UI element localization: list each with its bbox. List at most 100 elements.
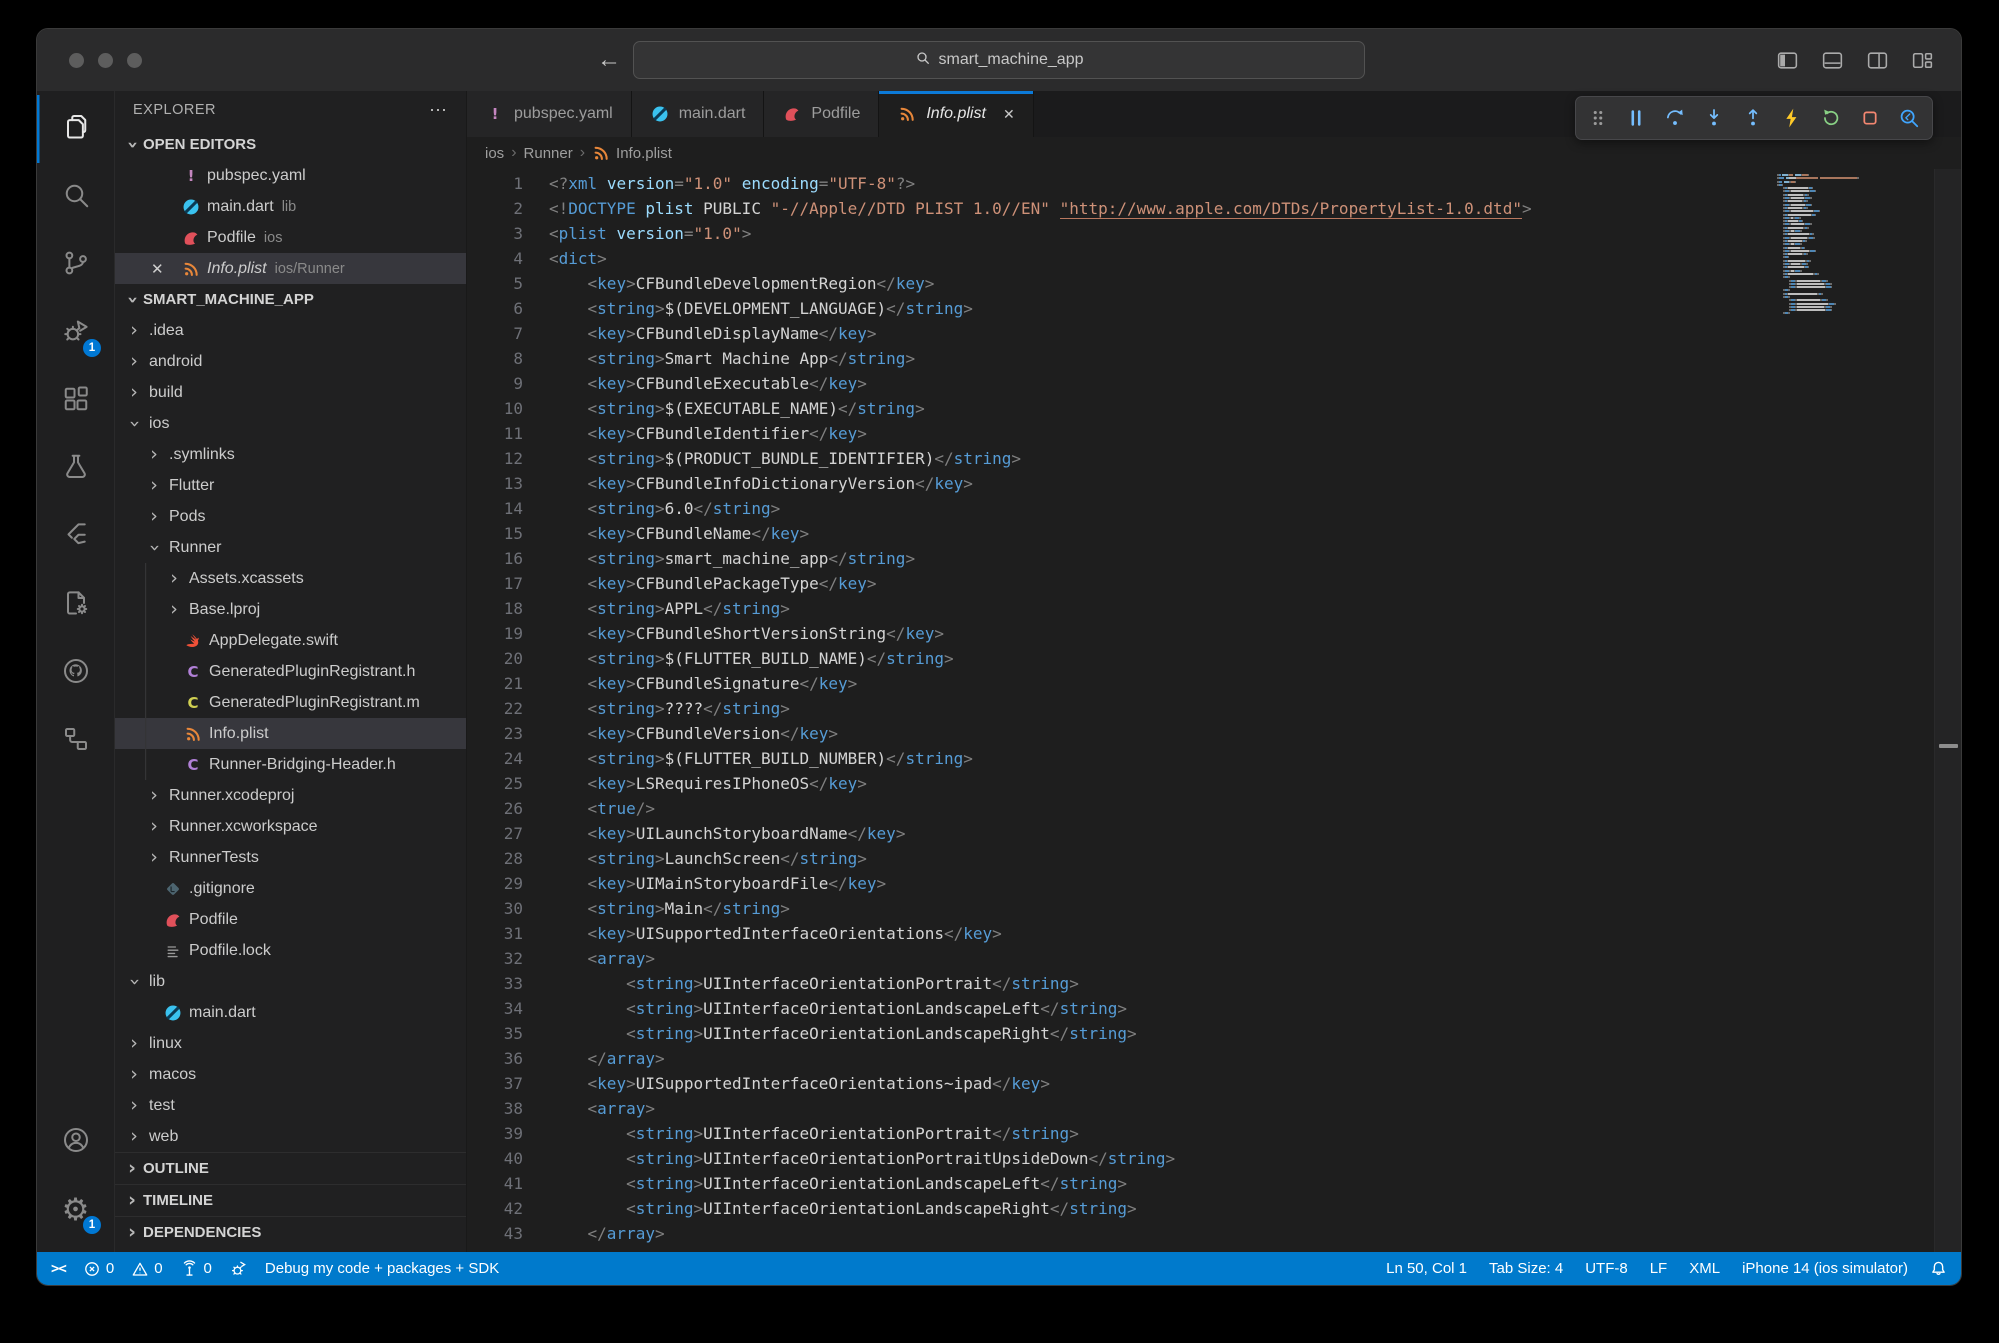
chevron-icon: › xyxy=(145,507,163,526)
project-section-header[interactable]: › SMART_MACHINE_APP xyxy=(115,284,466,315)
status-launch-config[interactable]: Debug my code + packages + SDK xyxy=(265,1260,499,1277)
line-number: 24 xyxy=(467,746,523,771)
activity-item-explorer[interactable] xyxy=(37,95,114,163)
activity-item-accounts[interactable] xyxy=(37,1108,114,1176)
tree-item-flutter[interactable]: ›Flutter xyxy=(115,470,466,501)
tree-item-generatedpluginregistrant.m[interactable]: ›CGeneratedPluginRegistrant.m xyxy=(115,687,466,718)
status-remote[interactable]: >< xyxy=(51,1261,66,1277)
tree-item-runner[interactable]: ›Runner xyxy=(115,532,466,563)
back-icon[interactable]: ← xyxy=(597,48,621,72)
tree-item-podfile[interactable]: ›Podfile xyxy=(115,904,466,935)
section-timeline[interactable]: ›TIMELINE xyxy=(115,1184,466,1216)
tree-item-web[interactable]: ›web xyxy=(115,1121,466,1152)
activity-item-source-control[interactable] xyxy=(37,231,114,299)
toggle-sidebar-icon[interactable] xyxy=(1775,48,1800,73)
tree-item-.symlinks[interactable]: ›.symlinks xyxy=(115,439,466,470)
code-line: 2<!DOCTYPE plist PUBLIC "-//Apple//DTD P… xyxy=(467,196,1961,221)
status-device-selector[interactable]: iPhone 14 (ios simulator) xyxy=(1742,1260,1908,1277)
tree-item-test[interactable]: ›test xyxy=(115,1090,466,1121)
tree-item-main.dart[interactable]: ›main.dart xyxy=(115,997,466,1028)
restart-button[interactable] xyxy=(1820,107,1842,129)
status-eol[interactable]: LF xyxy=(1650,1260,1668,1277)
tree-item-podfile.lock[interactable]: ›Podfile.lock xyxy=(115,935,466,966)
status-cursor-position[interactable]: Ln 50, Col 1 xyxy=(1386,1260,1467,1277)
status-language-mode[interactable]: XML xyxy=(1689,1260,1720,1277)
line-number: 7 xyxy=(467,321,523,346)
activity-item-run-debug[interactable]: 1 xyxy=(37,299,114,367)
minimap-line xyxy=(1783,263,1929,265)
drag-handle-button[interactable] xyxy=(1588,107,1608,129)
tree-item-assets.xcassets[interactable]: ›Assets.xcassets xyxy=(115,563,466,594)
status-errors[interactable]: 0 xyxy=(84,1260,114,1277)
status-tab-size[interactable]: Tab Size: 4 xyxy=(1489,1260,1563,1277)
breadcrumb-item-runner[interactable]: Runner xyxy=(524,145,573,162)
tree-item-lib[interactable]: ›lib xyxy=(115,966,466,997)
tree-item-.gitignore[interactable]: ›.gitignore xyxy=(115,873,466,904)
tab-podfile[interactable]: Podfile xyxy=(764,91,879,137)
zoom-window-button[interactable] xyxy=(127,53,142,68)
activity-item-remote-containers[interactable] xyxy=(37,707,114,775)
tree-item-pods[interactable]: ›Pods xyxy=(115,501,466,532)
tab-info.plist[interactable]: Info.plist✕ xyxy=(879,91,1033,137)
status-ports[interactable]: 0 xyxy=(181,1260,212,1277)
minimap[interactable] xyxy=(1777,174,1929,316)
activity-item-flutter[interactable] xyxy=(37,503,114,571)
activity-item-github[interactable] xyxy=(37,639,114,707)
step-out-button[interactable] xyxy=(1742,107,1764,129)
tree-item-runner.xcworkspace[interactable]: ›Runner.xcworkspace xyxy=(115,811,466,842)
tree-item-appdelegate.swift[interactable]: ›AppDelegate.swift xyxy=(115,625,466,656)
activity-item-extensions[interactable] xyxy=(37,367,114,435)
pause-button[interactable] xyxy=(1625,107,1647,129)
minimap-line xyxy=(1789,306,1929,308)
sidebar-header: EXPLORER ⋯ xyxy=(115,91,466,129)
open-editor-item[interactable]: Podfileios xyxy=(115,222,466,253)
minimize-window-button[interactable] xyxy=(98,53,113,68)
open-editor-item[interactable]: ✕Info.plistios/Runner xyxy=(115,253,466,284)
tree-item-runnertests[interactable]: ›RunnerTests xyxy=(115,842,466,873)
open-editor-item[interactable]: !pubspec.yaml xyxy=(115,160,466,191)
open-editor-item[interactable]: main.dartlib xyxy=(115,191,466,222)
tree-item-runner-bridging-header.h[interactable]: ›CRunner-Bridging-Header.h xyxy=(115,749,466,780)
step-over-button[interactable] xyxy=(1664,107,1686,129)
customize-layout-icon[interactable] xyxy=(1910,48,1935,73)
toggle-panel-icon[interactable] xyxy=(1820,48,1845,73)
activity-item-search[interactable] xyxy=(37,163,114,231)
tree-item-info.plist[interactable]: ›Info.plist xyxy=(115,718,466,749)
hot-reload-button[interactable] xyxy=(1781,107,1803,129)
tree-item-linux[interactable]: ›linux xyxy=(115,1028,466,1059)
tab-pubspec.yaml[interactable]: !pubspec.yaml xyxy=(467,91,632,137)
activity-item-testing[interactable] xyxy=(37,435,114,503)
code-editor[interactable]: 1<?xml version="1.0" encoding="UTF-8"?>2… xyxy=(467,169,1961,1252)
breadcrumb-item-info.plist[interactable]: Info.plist xyxy=(592,144,672,162)
line-number: 26 xyxy=(467,796,523,821)
activity-item-settings[interactable]: ⚙1 xyxy=(37,1176,114,1244)
status-debug-status[interactable] xyxy=(230,1260,247,1277)
tree-item-runner.xcodeproj[interactable]: ›Runner.xcodeproj xyxy=(115,780,466,811)
section-outline[interactable]: ›OUTLINE xyxy=(115,1152,466,1184)
tree-item-generatedpluginregistrant.h[interactable]: ›CGeneratedPluginRegistrant.h xyxy=(115,656,466,687)
tree-item-android[interactable]: ›android xyxy=(115,346,466,377)
toggle-secondary-sidebar-icon[interactable] xyxy=(1865,48,1890,73)
step-into-button[interactable] xyxy=(1703,107,1725,129)
tree-item-base.lproj[interactable]: ›Base.lproj xyxy=(115,594,466,625)
command-center-search[interactable]: smart_machine_app xyxy=(633,41,1365,79)
more-actions-icon[interactable]: ⋯ xyxy=(429,100,448,121)
section-dependencies[interactable]: ›DEPENDENCIES xyxy=(115,1216,466,1248)
open-devtools-button[interactable] xyxy=(1898,107,1920,129)
status-encoding[interactable]: UTF-8 xyxy=(1585,1260,1628,1277)
tab-main.dart[interactable]: main.dart xyxy=(632,91,765,137)
scrollbar[interactable] xyxy=(1934,169,1961,1252)
close-window-button[interactable] xyxy=(69,53,84,68)
activity-item-project-manager[interactable] xyxy=(37,571,114,639)
status-notifications[interactable] xyxy=(1930,1260,1947,1277)
open-editors-section-header[interactable]: › OPEN EDITORS xyxy=(115,129,466,160)
breadcrumb-item-ios[interactable]: ios xyxy=(485,145,504,162)
stop-button[interactable] xyxy=(1859,107,1881,129)
status-warnings[interactable]: 0 xyxy=(132,1260,162,1277)
close-icon[interactable]: ✕ xyxy=(151,260,164,278)
tree-item-build[interactable]: ›build xyxy=(115,377,466,408)
close-icon[interactable]: ✕ xyxy=(1003,106,1015,123)
tree-item-macos[interactable]: ›macos xyxy=(115,1059,466,1090)
tree-item-.idea[interactable]: ›.idea xyxy=(115,315,466,346)
tree-item-ios[interactable]: ›ios xyxy=(115,408,466,439)
